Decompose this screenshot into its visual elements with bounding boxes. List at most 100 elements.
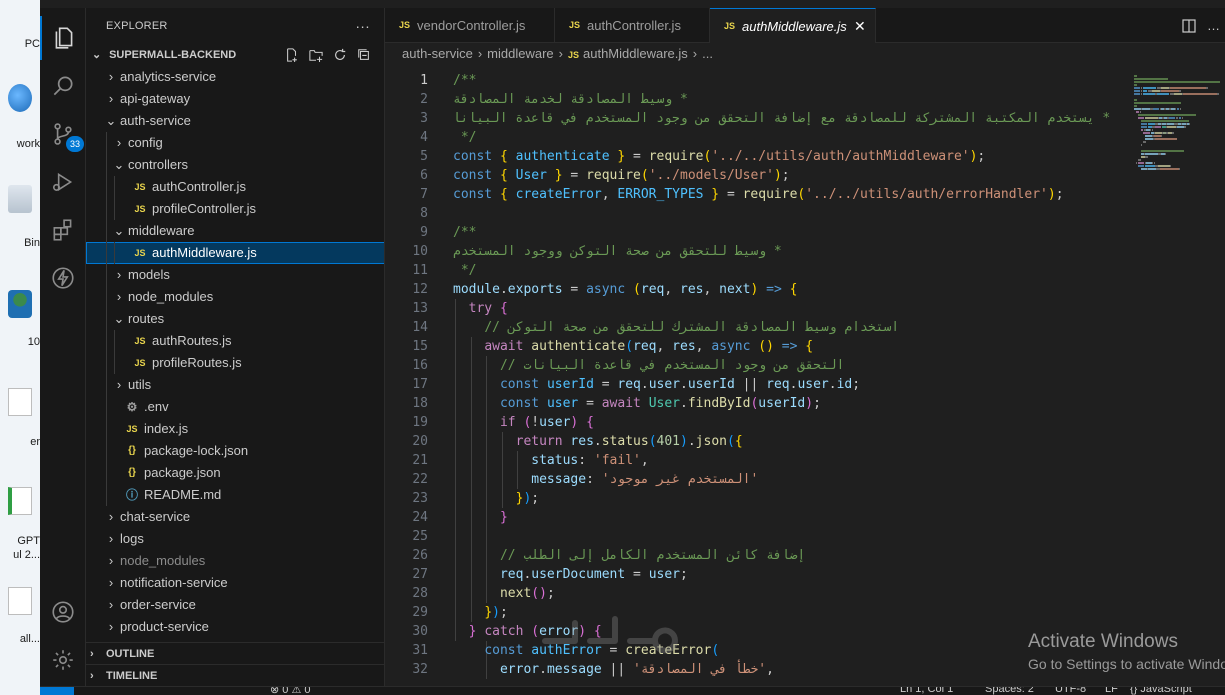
tree-item[interactable]: ⓘ README.md — [86, 484, 384, 506]
timeline-label: TIMELINE — [106, 670, 158, 682]
minimap-line — [1141, 126, 1147, 128]
close-icon[interactable]: ✕ — [854, 9, 866, 44]
minimap-line — [1141, 93, 1142, 95]
tab-auth-middleware[interactable]: JS authMiddleware.js ✕ — [710, 8, 876, 43]
code-area[interactable]: 1 /** 2 * وسيط المصادقة لخدمة المصادقة 3 * … — [385, 71, 1125, 686]
minimap-line — [1158, 165, 1170, 167]
minimap[interactable] — [1130, 65, 1225, 686]
collapse-all-icon[interactable] — [356, 44, 372, 66]
account-icon[interactable] — [40, 590, 86, 634]
language-mode[interactable]: {} JavaScript — [1130, 687, 1192, 695]
tree-item[interactable]: JS profileController.js — [86, 198, 384, 220]
js-file-icon: JS — [134, 248, 146, 258]
code-token: 'المستخدم غير موجود' — [601, 472, 759, 487]
code-token: /** — [453, 225, 477, 240]
minimap-line — [1185, 126, 1186, 128]
indentation[interactable]: Spaces: 2 — [985, 687, 1034, 695]
encoding[interactable]: UTF-8 — [1055, 687, 1086, 695]
tree-item[interactable]: ⌄ middleware — [86, 220, 384, 242]
activity-bar: 33 — [40, 8, 86, 686]
tree-item[interactable]: › models — [86, 264, 384, 286]
minimap-line — [1161, 87, 1169, 89]
activate-windows-watermark: Activate Windows Go to Settings to activ… — [1028, 630, 1225, 674]
tree-item[interactable]: › node_modules — [86, 286, 384, 308]
tree-item[interactable]: ⌄ auth-service — [86, 110, 384, 132]
tree-item[interactable]: › config — [86, 132, 384, 154]
line-number: 16 — [412, 358, 428, 373]
problems-indicator[interactable]: ⊗ 0 ⚠ 0 — [270, 687, 310, 695]
tree-item[interactable]: JS index.js — [86, 418, 384, 440]
new-folder-icon[interactable] — [308, 44, 324, 66]
tree-item[interactable]: › logs — [86, 528, 384, 550]
tree-item[interactable]: ⌄ controllers — [86, 154, 384, 176]
split-editor-icon[interactable] — [1181, 8, 1197, 43]
minimap-line — [1134, 90, 1140, 92]
minimap-line — [1157, 93, 1169, 95]
explorer-icon[interactable] — [40, 16, 86, 60]
chevron-down-icon: ⌄ — [113, 311, 125, 326]
tree-item[interactable]: ⚙ .env — [86, 396, 384, 418]
indent-guide — [114, 242, 115, 264]
remote-indicator-icon[interactable] — [40, 687, 74, 695]
timeline-section[interactable]: › TIMELINE — [86, 664, 384, 686]
activate-windows-subtitle: Go to Settings to activate Windows. — [1028, 656, 1225, 672]
tab-auth-controller[interactable]: JS authController.js — [555, 8, 710, 43]
tree-item[interactable]: JS authMiddleware.js — [86, 242, 384, 264]
source-control-icon[interactable]: 33 — [40, 112, 86, 156]
tree-item[interactable]: › node_modules — [86, 550, 384, 572]
refresh-icon[interactable] — [332, 44, 348, 66]
tree-item[interactable]: › product-service — [86, 616, 384, 638]
minimap-line — [1140, 111, 1141, 113]
extensions-icon[interactable] — [40, 208, 86, 252]
outline-section[interactable]: › OUTLINE — [86, 642, 384, 664]
code-token: // إضافة كائن المستخدم الكامل إلى الطلب — [499, 548, 806, 563]
breadcrumb-folder[interactable]: auth-service — [402, 46, 473, 61]
tree-item[interactable]: JS authController.js — [86, 176, 384, 198]
new-file-icon[interactable] — [284, 44, 300, 66]
tree-item[interactable]: JS authRoutes.js — [86, 330, 384, 352]
code-token: json — [695, 434, 727, 449]
breadcrumb-separator: › — [692, 46, 698, 61]
minimap-line — [1165, 153, 1166, 155]
chevron-down-icon: ⌄ — [113, 223, 125, 238]
tree-item[interactable]: › chat-service — [86, 506, 384, 528]
search-icon[interactable] — [40, 64, 86, 108]
code-token: req — [617, 377, 641, 392]
settings-icon[interactable] — [40, 638, 86, 682]
tree-item[interactable]: {} package-lock.json — [86, 440, 384, 462]
workspace-root[interactable]: ⌄ SUPERMALL-BACKEND — [86, 44, 384, 66]
code-line: message: 'المستخدم غير موجود' — [453, 470, 758, 489]
tree-item[interactable]: JS profileRoutes.js — [86, 352, 384, 374]
desktop-icon-pc[interactable]: PC — [0, 38, 40, 50]
minimap-line — [1170, 165, 1171, 167]
tree-item[interactable]: › api-gateway — [86, 88, 384, 110]
tree-item[interactable]: › analytics-service — [86, 66, 384, 88]
tree-item[interactable]: › order-service — [86, 594, 384, 616]
editor-more-icon[interactable]: … — [1207, 8, 1220, 43]
js-file-icon: JS — [724, 21, 736, 31]
tab-vendor-controller[interactable]: JS vendorController.js — [385, 8, 555, 43]
run-debug-icon[interactable] — [40, 160, 86, 204]
source-control-badge: 33 — [66, 136, 84, 152]
code-token: { — [789, 282, 798, 297]
breadcrumb-file[interactable]: authMiddleware.js — [583, 46, 688, 61]
lightning-icon[interactable] — [40, 256, 86, 300]
tree-item[interactable]: ⌄ routes — [86, 308, 384, 330]
mostaql-logo-watermark — [542, 616, 678, 654]
tree-item[interactable]: › notification-service — [86, 572, 384, 594]
tree-item[interactable]: › utils — [86, 374, 384, 396]
code-token: res — [680, 282, 704, 297]
more-actions-icon[interactable]: ··· — [355, 8, 370, 44]
breadcrumb-symbol[interactable]: ... — [702, 46, 713, 61]
cursor-position[interactable]: Ln 1, Col 1 — [900, 687, 953, 695]
tree-item[interactable]: {} package.json — [86, 462, 384, 484]
code-token: { — [499, 301, 508, 316]
breadcrumb-folder[interactable]: middleware — [487, 46, 553, 61]
code-token: const — [499, 396, 540, 411]
line-ending[interactable]: LF — [1105, 687, 1118, 695]
